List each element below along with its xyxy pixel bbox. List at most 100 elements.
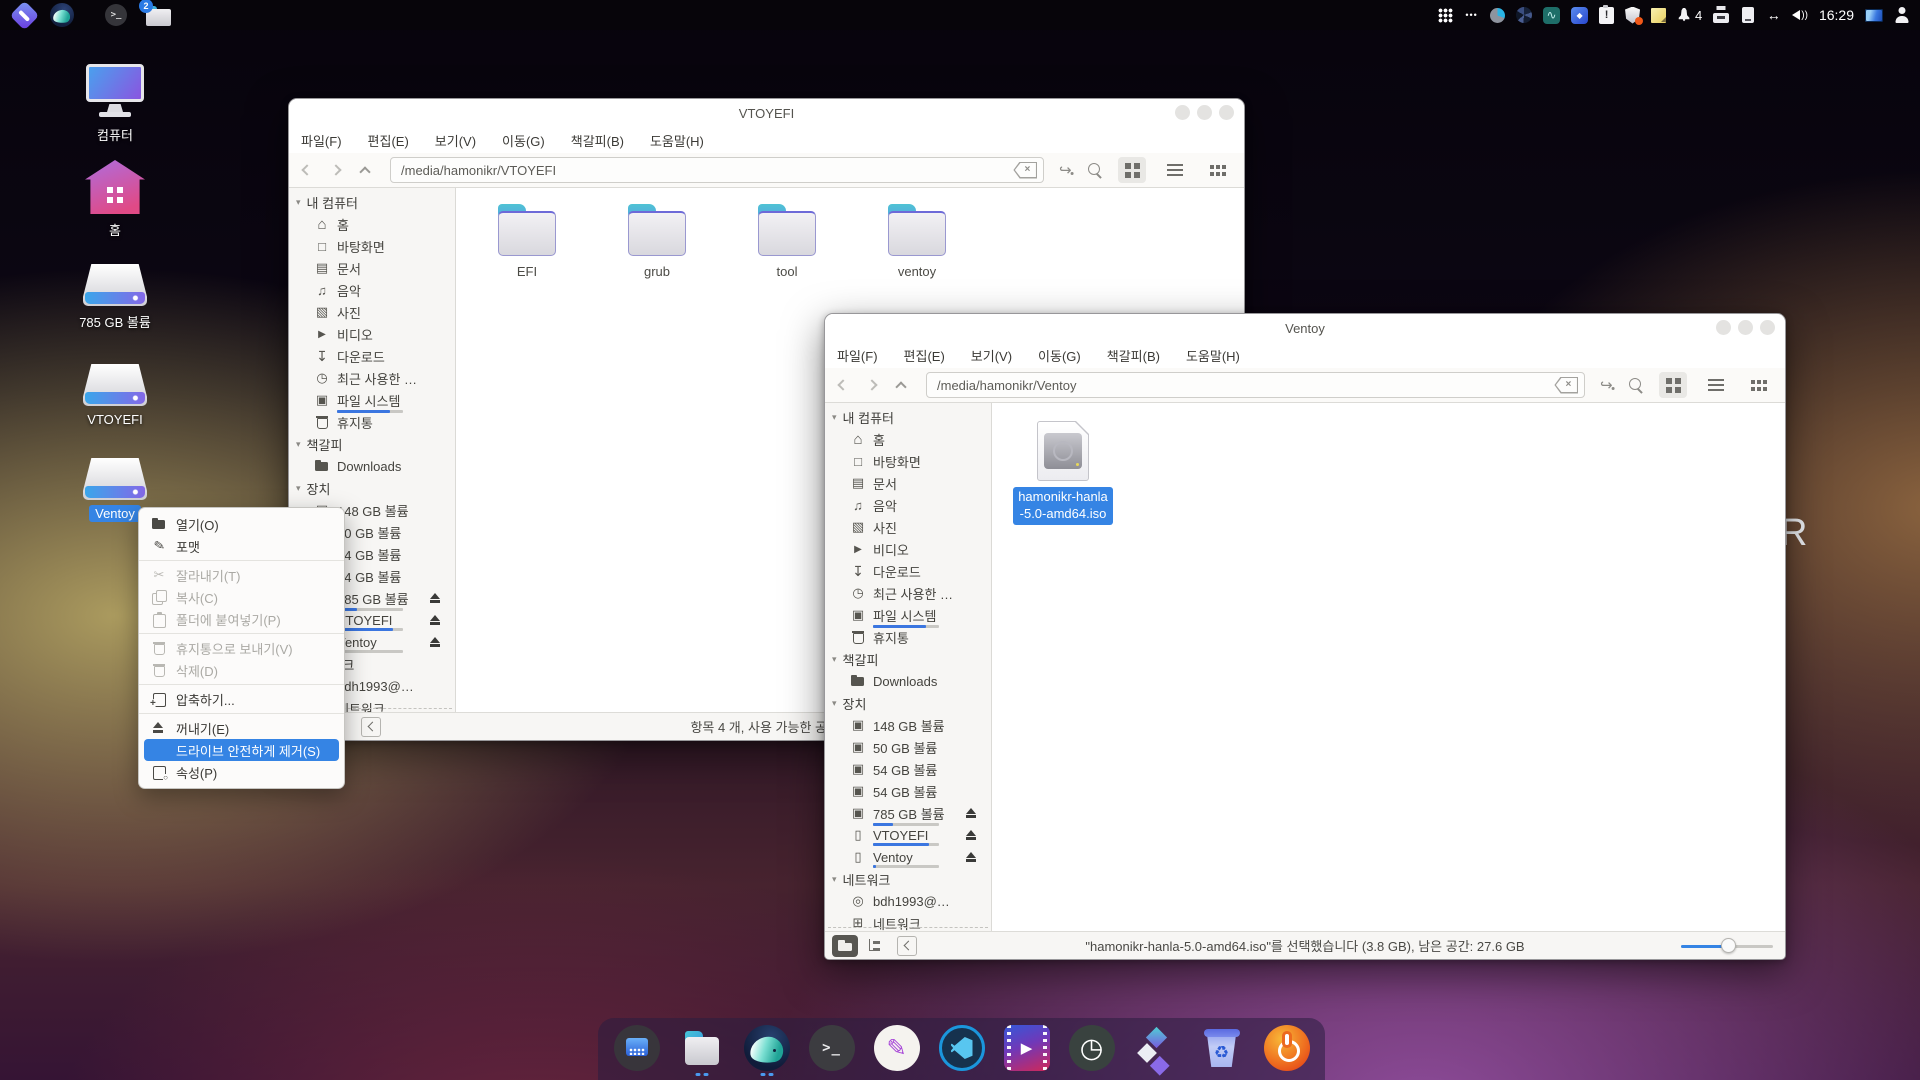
sidebar-item[interactable]: 바탕화면	[289, 235, 455, 257]
menubar-item[interactable]: 파일(F)	[301, 131, 342, 150]
context-menu-item[interactable]: 압축하기...	[139, 688, 344, 710]
sidebar-item[interactable]: 785 GB 볼륨	[825, 802, 991, 824]
app-grid-icon[interactable]	[1438, 5, 1453, 25]
sidebar-item[interactable]: 음악	[289, 279, 455, 301]
file-folder[interactable]: ventoy	[852, 204, 982, 279]
dock-video-player[interactable]: ▶	[1003, 1021, 1051, 1077]
context-menu-item[interactable]: 속성(P)	[139, 761, 344, 783]
desktop-icon-VTOYEFI[interactable]: VTOYEFI	[63, 364, 167, 428]
menubar-item[interactable]: 파일(F)	[837, 346, 878, 365]
eject-icon[interactable]	[965, 852, 977, 863]
file-manager-icon[interactable]: 2	[146, 5, 171, 26]
list-view-button[interactable]	[1702, 372, 1730, 398]
file-iso[interactable]: hamonikr-hanla-5.0-amd64.iso	[1004, 421, 1122, 525]
dock-text-editor[interactable]: ✎	[873, 1021, 921, 1077]
context-menu-item[interactable]: 잘라내기(T)	[139, 564, 344, 586]
sidebar-item[interactable]: 음악	[825, 494, 991, 516]
sidebar-item[interactable]: 홈	[825, 428, 991, 450]
sidebar-item[interactable]: 54 GB 볼륨	[825, 758, 991, 780]
maximize-button[interactable]	[1738, 320, 1753, 335]
sidebar-item[interactable]: 휴지통	[289, 411, 455, 433]
sidebar-section-header[interactable]: ▾네트워크	[825, 868, 991, 890]
menubar-item[interactable]: 책갈피(B)	[571, 131, 624, 150]
sidebar-item[interactable]: 최근 사용한 …	[289, 367, 455, 389]
eject-icon[interactable]	[429, 593, 441, 604]
eject-icon[interactable]	[429, 615, 441, 626]
menubar-item[interactable]: 이동(G)	[502, 131, 545, 150]
fan-control-icon[interactable]	[1516, 5, 1532, 25]
context-menu-item[interactable]: 삭제(D)	[139, 659, 344, 681]
sidebar-item[interactable]: 문서	[825, 472, 991, 494]
sidebar-item[interactable]: 홈	[289, 213, 455, 235]
menubar-item[interactable]: 보기(V)	[971, 346, 1012, 365]
sidebar-item[interactable]: Downloads	[289, 455, 455, 477]
sidebar-item[interactable]: VTOYEFI	[825, 824, 991, 846]
context-menu-item[interactable]: 열기(O)	[139, 513, 344, 535]
sidebar-item[interactable]: 파일 시스템	[825, 604, 991, 626]
menubar-item[interactable]: 편집(E)	[368, 131, 409, 150]
close-button[interactable]	[1760, 320, 1775, 335]
file-folder[interactable]: grub	[592, 204, 722, 279]
sidebar-item[interactable]: 비디오	[825, 538, 991, 560]
sidebar-section-header[interactable]: ▾책갈피	[289, 433, 455, 455]
sidebar-item[interactable]: 다운로드	[289, 345, 455, 367]
file-view[interactable]: hamonikr-hanla-5.0-amd64.iso	[992, 403, 1785, 931]
path-bar[interactable]: /media/hamonikr/VTOYEFI ×	[390, 157, 1044, 183]
sidebar-section-header[interactable]: ▾책갈피	[825, 648, 991, 670]
display-icon[interactable]	[1865, 5, 1883, 25]
compact-view-button[interactable]	[1204, 157, 1232, 183]
hamonikr-launcher-icon[interactable]	[10, 0, 40, 30]
forward-icon[interactable]	[330, 164, 341, 175]
sidebar-item[interactable]: 최근 사용한 …	[825, 582, 991, 604]
sidebar-item[interactable]: 문서	[289, 257, 455, 279]
dock-terminal[interactable]: >_	[808, 1021, 856, 1077]
eject-icon[interactable]	[429, 637, 441, 648]
notification-bell-icon[interactable]: 4	[1677, 5, 1702, 25]
sidebar-item[interactable]: 50 GB 볼륨	[825, 736, 991, 758]
collapse-sidebar-button[interactable]	[361, 717, 381, 737]
eject-icon[interactable]	[965, 830, 977, 841]
security-shield-icon[interactable]	[1625, 5, 1640, 25]
desktop-icon-컴퓨터[interactable]: 컴퓨터	[63, 64, 167, 145]
search-icon[interactable]	[1087, 162, 1103, 178]
search-icon[interactable]	[1628, 377, 1644, 393]
back-icon[interactable]	[837, 379, 848, 390]
minimize-button[interactable]	[1175, 105, 1190, 120]
dock-whale-browser[interactable]	[743, 1021, 791, 1077]
dock-power[interactable]	[1263, 1021, 1311, 1077]
maximize-button[interactable]	[1197, 105, 1212, 120]
close-button[interactable]	[1219, 105, 1234, 120]
menubar-item[interactable]: 편집(E)	[904, 346, 945, 365]
clear-path-icon[interactable]: ×	[1554, 377, 1578, 394]
clipboard-alert-icon[interactable]: !	[1599, 7, 1614, 24]
sidebar-section-header[interactable]: ▾장치	[825, 692, 991, 714]
whale-browser-icon[interactable]	[50, 3, 74, 27]
places-pane-button[interactable]	[832, 935, 858, 957]
titlebar[interactable]: Ventoy	[825, 314, 1785, 342]
dock-timeshift[interactable]: ◷	[1068, 1021, 1116, 1077]
removable-drive-icon[interactable]	[1740, 5, 1755, 25]
sidebar-item[interactable]: bdh1993@…	[825, 890, 991, 912]
menubar-item[interactable]: 책갈피(B)	[1107, 346, 1160, 365]
volume-icon[interactable]: ))	[1792, 5, 1808, 25]
eject-icon[interactable]	[965, 808, 977, 819]
clear-path-icon[interactable]: ×	[1013, 162, 1037, 179]
dock-app-menu[interactable]	[613, 1021, 661, 1077]
desktop-icon-785 GB 볼륨[interactable]: 785 GB 볼륨	[63, 264, 167, 332]
network-arrows-icon[interactable]: ↔	[1766, 5, 1781, 25]
dock-vscode[interactable]	[938, 1021, 986, 1077]
nimf-input-icon[interactable]: ∿	[1543, 7, 1560, 24]
sidebar-item[interactable]: 사진	[825, 516, 991, 538]
menubar-item[interactable]: 이동(G)	[1038, 346, 1081, 365]
context-menu-item[interactable]: 복사(C)	[139, 586, 344, 608]
context-menu-item[interactable]: 포맷	[139, 535, 344, 557]
forward-icon[interactable]	[866, 379, 877, 390]
dock-trash[interactable]: ♻	[1198, 1021, 1246, 1077]
input-method-spinner-icon[interactable]	[1490, 5, 1505, 25]
sidebar-item[interactable]: 사진	[289, 301, 455, 323]
back-icon[interactable]	[301, 164, 312, 175]
zoom-slider[interactable]	[1681, 938, 1773, 954]
sidebar-section-header[interactable]: ▾내 컴퓨터	[825, 406, 991, 428]
dock-file-manager[interactable]	[678, 1021, 726, 1077]
collapse-sidebar-button[interactable]	[897, 936, 917, 956]
